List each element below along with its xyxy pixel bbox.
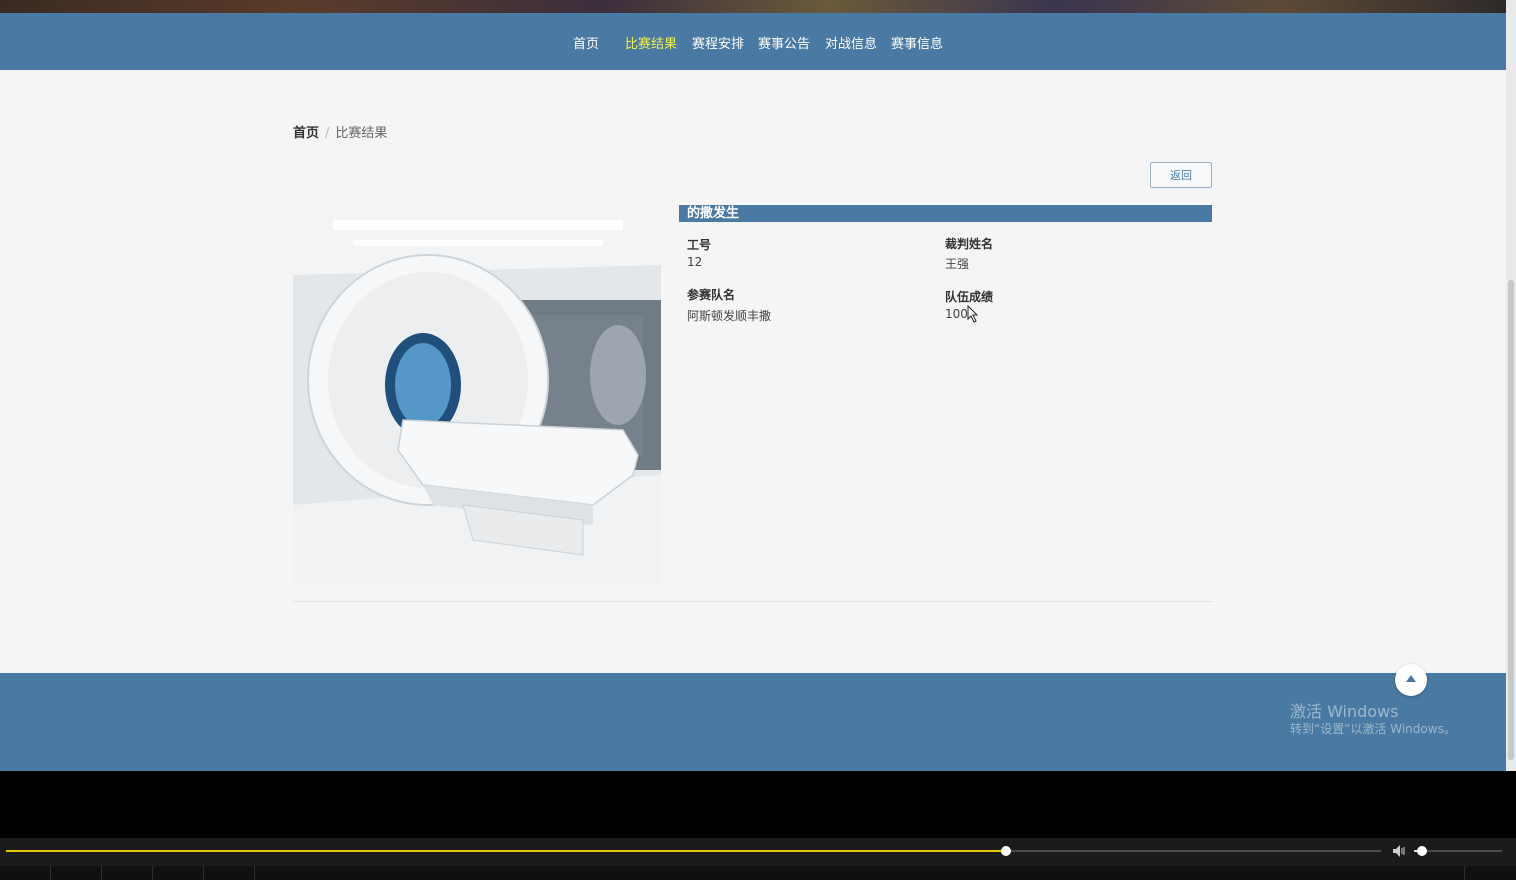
nav-item-announcements[interactable]: 赛事公告: [758, 33, 810, 52]
nav-item-schedule[interactable]: 赛程安排: [692, 33, 744, 52]
mri-scanner-illustration: [293, 205, 661, 585]
nav-item-event-info[interactable]: 赛事信息: [891, 33, 943, 52]
volume-slider-handle[interactable]: [1416, 846, 1427, 856]
referee-name-label: 裁判姓名: [945, 237, 994, 251]
page-footer: [0, 673, 1506, 771]
windows-activation-watermark-subtitle: 转到“设置”以激活 Windows。: [1290, 722, 1456, 736]
breadcrumb-separator: /: [325, 126, 330, 141]
video-progress-bar[interactable]: [6, 846, 1381, 856]
job-no-label: 工号: [687, 238, 712, 252]
breadcrumb: 首页 / 比赛结果: [293, 122, 387, 141]
detail-title-bar: 的撒发生: [679, 205, 1212, 222]
back-button[interactable]: 返回: [1150, 162, 1212, 188]
taskbar-divider: [254, 866, 255, 880]
job-no-value: 12: [687, 255, 703, 269]
page-scrollbar-thumb[interactable]: [1508, 280, 1514, 760]
taskbar-divider: [50, 866, 51, 880]
volume-slider[interactable]: [1414, 846, 1502, 856]
mouse-cursor-icon: [967, 305, 979, 323]
breadcrumb-current: 比赛结果: [335, 126, 388, 141]
breadcrumb-home-link[interactable]: 首页: [293, 126, 319, 141]
taskbar-divider: [152, 866, 153, 880]
windows-activation-watermark-title: 激活 Windows: [1290, 702, 1399, 721]
taskbar-divider: [203, 866, 204, 880]
team-name-value: 阿斯顿发顺丰撒: [687, 309, 772, 323]
content-divider: [293, 601, 1212, 602]
referee-name-value: 王强: [945, 257, 970, 271]
video-progress-fill: [6, 850, 1006, 852]
detail-title: 的撒发生: [687, 206, 740, 221]
arrow-up-icon: [1406, 675, 1416, 682]
taskbar-divider: [1464, 866, 1465, 880]
taskbar: [0, 866, 1516, 880]
nav-item-home[interactable]: 首页: [573, 33, 599, 52]
speaker-icon[interactable]: [1392, 844, 1408, 858]
team-name-label: 参赛队名: [687, 288, 736, 302]
web-page: 首页 比赛结果 赛程安排 赛事公告 对战信息 赛事信息 首页 / 比赛结果 返回: [0, 0, 1506, 771]
nav-item-matchups[interactable]: 对战信息: [825, 33, 877, 52]
top-banner-image: [0, 0, 1506, 13]
taskbar-divider: [101, 866, 102, 880]
top-navbar: 首页 比赛结果 赛程安排 赛事公告 对战信息 赛事信息: [0, 13, 1506, 70]
team-score-value: 100: [945, 307, 968, 321]
scroll-to-top-button[interactable]: [1395, 664, 1427, 696]
nav-item-match-results[interactable]: 比赛结果: [625, 33, 677, 52]
detail-image: [293, 205, 661, 585]
team-score-label: 队伍成绩: [945, 290, 994, 304]
video-progress-handle[interactable]: [1000, 846, 1011, 856]
